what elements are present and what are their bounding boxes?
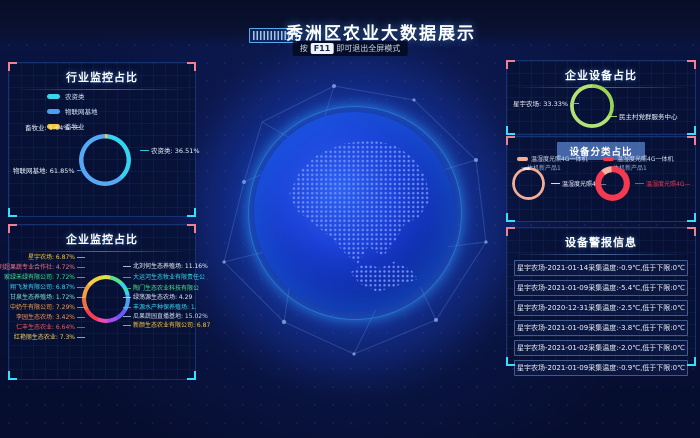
callout-service-center: 民主村党群服务中心 — [608, 111, 678, 121]
hint-prefix: 按 — [300, 43, 308, 54]
legend-label: 温湿度光照4G一体机 — [531, 154, 587, 163]
leader-line — [71, 127, 80, 128]
panel-device-alerts: 设备警报信息 星宇农场-2021-01-14采集温度:-0.9℃,低于下限:0℃… — [506, 227, 696, 366]
callout-text: 李园生态农场: 3.42% — [16, 314, 85, 321]
callout-text: 北刘何生态养殖场: 11.16% — [123, 263, 208, 270]
leader-line — [635, 183, 644, 184]
leader-line — [140, 150, 149, 151]
alert-list: 星宇农场-2021-01-14采集温度:-0.9℃,低于下限:0℃ 星宇农场-2… — [507, 255, 695, 376]
callout-text: 民主村党群服务中心 — [619, 111, 678, 121]
header-bar: 秀洲区农业大数据展示 — [0, 0, 700, 46]
alert-row: 星宇农场-2021-01-14采集温度:-0.9℃,低于下限:0℃ — [514, 260, 688, 276]
f11-key-badge: F11 — [311, 43, 334, 54]
callout-text: 家绿禾绿有限公司: 7.72% — [4, 274, 85, 281]
callout-text: 陶门生态农业科技有限公 — [123, 285, 199, 292]
legend-item[interactable]: 物联网基地 — [47, 106, 98, 116]
globe-islands — [350, 260, 418, 292]
industry-donut-chart[interactable] — [79, 134, 131, 186]
legend-swatch — [603, 157, 614, 161]
alert-row: 星宇农场-2020-12-31采集温度:-2.5℃,低于下限:0℃ — [514, 300, 688, 316]
callout-text: 丰源水产种保养殖场: 1. — [123, 304, 197, 311]
legend-swatch — [47, 109, 60, 114]
callout-text: 星宇农场: 6.87% — [28, 254, 85, 261]
alert-row: 星宇农场-2021-01-09采集温度:-5.4℃,低于下限:0℃ — [514, 280, 688, 296]
panel-title-equipment: 企业设备占比 — [507, 61, 695, 83]
panel-title-industry: 行业监控占比 — [9, 63, 195, 85]
callout-text: 红艳丽生态农业: 7.3% — [14, 334, 85, 341]
alert-row: 星宇农场-2021-01-02采集温度:-2.0℃,低于下限:0℃ — [514, 340, 688, 356]
leader-line — [551, 183, 560, 184]
callout-text: 翔飞发有限公司: 6.87% — [10, 284, 85, 291]
leader-line — [77, 170, 86, 171]
legend-label: 农资类 — [65, 91, 85, 101]
globe — [254, 112, 454, 312]
title-underline — [15, 89, 189, 90]
alert-row: 星宇农场-2021-01-09采集温度:-0.9℃,低于下限:0℃ — [514, 360, 688, 376]
leader-line — [608, 116, 617, 117]
callout-text: 物联网基地: 61.85% — [13, 165, 75, 175]
legend-item[interactable]: 温湿度光照4G一体机 — [517, 154, 587, 163]
legend-label: 温湿度光照4G一体机 — [617, 154, 673, 163]
legend-item[interactable]: 温湿度光照4G一体机 — [603, 154, 673, 163]
device-category-donut-left[interactable] — [512, 167, 545, 200]
callout-text: 畜牧业: 1.64% — [25, 122, 69, 132]
legend-swatch — [47, 94, 60, 99]
callout-iot-base: 物联网基地: 61.85% — [13, 165, 86, 175]
callout-text: 大运河生态牧业有限责任公 — [123, 274, 205, 281]
callout-agri-supplies: 农资类: 36.51% — [140, 145, 200, 155]
callout-text: 新颜生态农业有限公司: 6.87 — [123, 322, 210, 329]
callout-xingyu-farm: 星宇农场: 33.33% — [513, 98, 579, 108]
callout-text: 温湿度光照4G— — [646, 179, 690, 188]
legend-label: 物联网基地 — [65, 106, 98, 116]
panel-industry-monitor: 行业监控占比 农资类 物联网基地 畜牧业 畜牧业: 1.64% 农资类: 36.… — [8, 62, 196, 217]
legend-item[interactable]: 农资类 — [47, 91, 98, 101]
callout-text: 仁丰生态农业: 6.64% — [16, 324, 85, 331]
panel-enterprise-monitor: 企业监控占比 星宇农场: 6.87% 刘超果蔬专业合作社: 4.72% 家绿禾绿… — [8, 224, 196, 380]
callout-text: 刘超果蔬专业合作社: 4.72% — [0, 264, 85, 271]
panel-title-enterprise: 企业监控占比 — [9, 225, 195, 247]
callout-text: 星宇农场: 33.33% — [513, 98, 568, 108]
callout-text: 绿荡源生态农场: 4.29 — [123, 294, 192, 301]
hint-suffix: 即可退出全屏模式 — [336, 43, 400, 54]
leader-line — [570, 103, 579, 104]
alert-row: 星宇农场-2021-01-09采集温度:-3.8℃,低于下限:0℃ — [514, 320, 688, 336]
callout-text: 农资类: 36.51% — [151, 145, 200, 155]
callout-device-right: 温湿度光照4G— — [635, 179, 690, 188]
callout-livestock: 畜牧业: 1.64% — [25, 122, 80, 132]
fullscreen-hint: 按 F11 即可退出全屏模式 — [293, 41, 408, 56]
panel-equipment-ratio: 企业设备占比 星宇农场: 33.33% 民主村党群服务中心 — [506, 60, 696, 135]
callout-text: 甘泉生态养殖场: 1.72% — [10, 294, 85, 301]
dashboard: 秀洲区农业大数据展示 按 F11 即可退出全屏模式 行业监控占比 农资类 物联网… — [0, 0, 700, 438]
device-category-donut-right[interactable] — [595, 166, 630, 201]
callout-text: 中奶牛有限公司: 7.29% — [10, 304, 85, 311]
panel-device-category: 设备分类占比 温湿度光照4G一体机 一体机新产品1 温湿度光照4G— 温湿度光照… — [506, 136, 696, 222]
title-underline — [15, 251, 189, 252]
callout-text: 瓜果蔬园直播基地: 15.02% — [123, 313, 208, 320]
legend-swatch — [517, 157, 528, 161]
panel-title-alerts: 设备警报信息 — [507, 228, 695, 250]
